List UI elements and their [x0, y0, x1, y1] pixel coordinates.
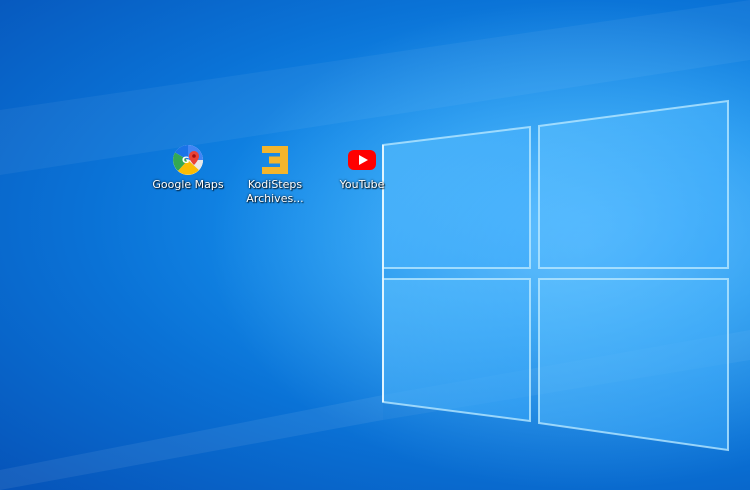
desktop-icon-label: Google Maps	[152, 178, 224, 191]
kodisteps-icon	[262, 146, 288, 174]
desktop: G Google Maps KodiSteps Archives... YouT…	[0, 0, 750, 490]
windows-10-wallpaper	[0, 0, 750, 490]
window-pane-bottom-right	[538, 278, 729, 452]
window-pane-bottom-left	[382, 278, 531, 423]
desktop-icon-google-maps[interactable]: G Google Maps	[145, 144, 231, 192]
desktop-icon-label: YouTube	[339, 178, 385, 191]
window-pane-top-left	[382, 125, 531, 269]
youtube-icon	[348, 150, 376, 170]
svg-text:G: G	[182, 156, 189, 166]
desktop-icon-label: KodiSteps Archives...	[246, 178, 304, 205]
desktop-icon-kodisteps-archives[interactable]: KodiSteps Archives...	[232, 144, 318, 206]
desktop-icon-youtube[interactable]: YouTube	[319, 144, 405, 192]
window-pane-top-right	[538, 99, 729, 269]
google-maps-icon: G	[173, 145, 203, 175]
